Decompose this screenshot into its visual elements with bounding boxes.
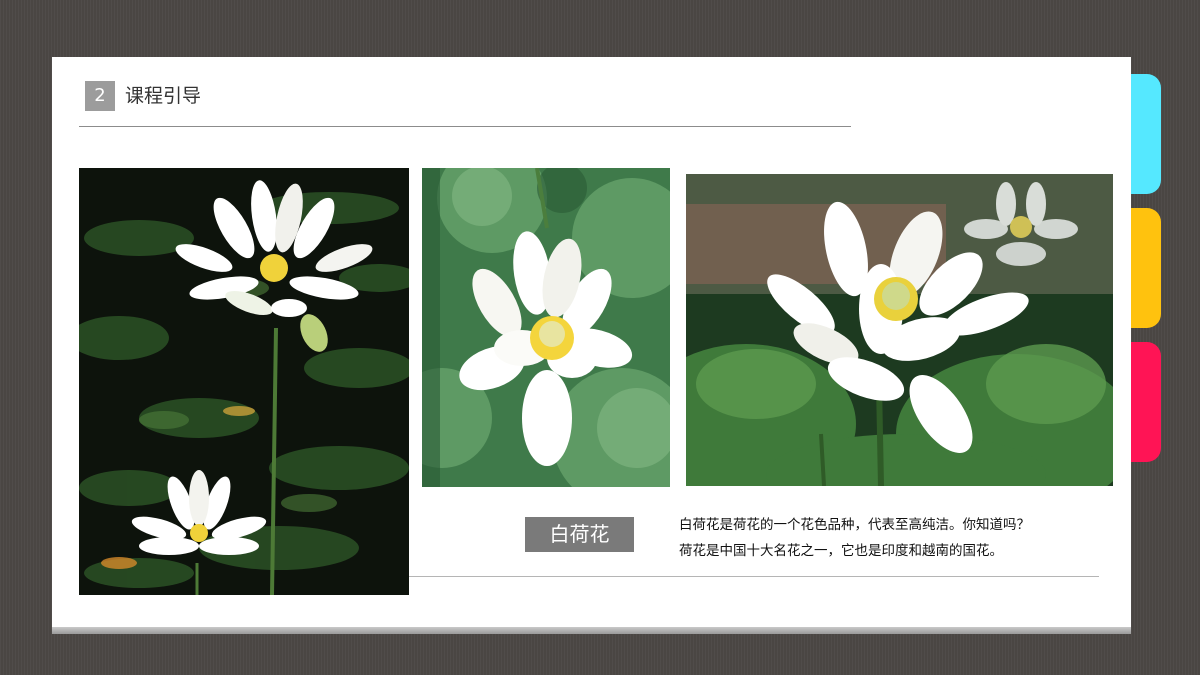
bottom-divider (409, 576, 1099, 577)
slide-shadow (52, 627, 1131, 634)
section-title: 课程引导 (125, 85, 202, 107)
flower-description: 白荷花是荷花的一个花色品种，代表至高纯洁。你知道吗？ 荷花是中国十大名花之一，它… (679, 512, 1099, 564)
title-divider (79, 126, 851, 127)
side-tab-cyan[interactable] (1128, 74, 1161, 194)
white-lotus-leaves-photo (686, 174, 1113, 486)
side-tab-red[interactable] (1128, 342, 1161, 462)
flower-name-label: 白荷花 (525, 517, 634, 552)
white-lotus-pond-photo (79, 168, 409, 595)
description-line-1: 白荷花是荷花的一个花色品种，代表至高纯洁。你知道吗？ (679, 517, 1030, 533)
slide: 2 课程引导 白荷花 白荷花是荷花的一个花色品种，代表至高纯洁。你知道吗？ 荷花… (52, 57, 1131, 627)
description-line-2: 荷花是中国十大名花之一，它也是印度和越南的国花。 (679, 543, 1003, 559)
section-number: 2 (85, 81, 115, 111)
white-lotus-closeup-photo (422, 168, 670, 487)
side-tab-yellow[interactable] (1128, 208, 1161, 328)
